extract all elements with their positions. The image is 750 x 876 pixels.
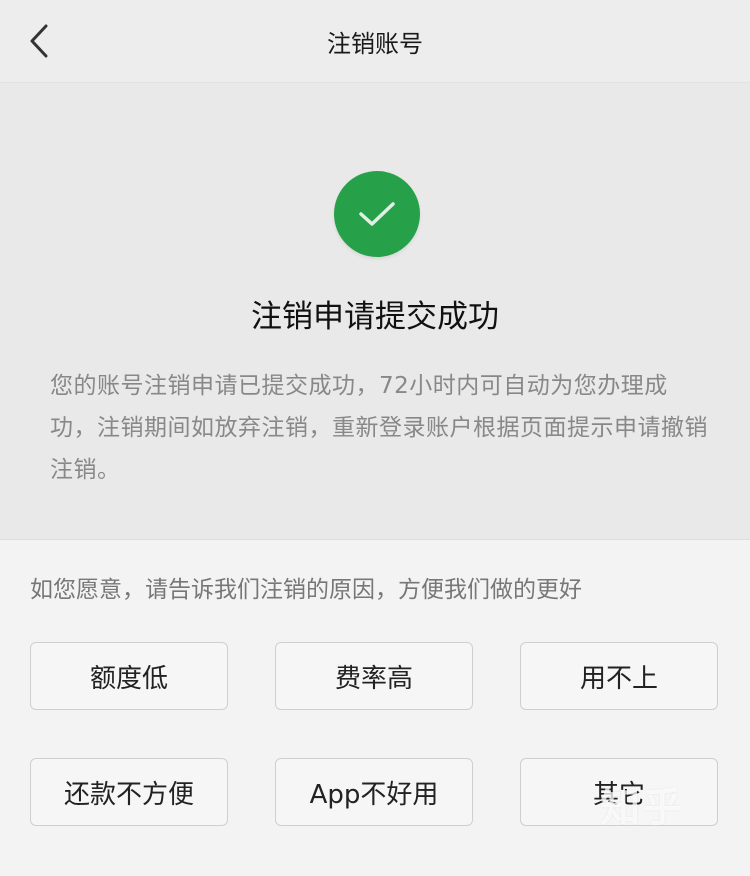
navigation-bar: 注销账号 [0, 0, 750, 83]
result-description: 您的账号注销申请已提交成功，72小时内可自动为您办理成功，注销期间如放弃注销，重… [50, 373, 708, 483]
success-badge [334, 171, 420, 257]
reason-option-not-needed[interactable]: 用不上 [520, 642, 718, 710]
watermark-logo: 知乎 [600, 785, 684, 831]
reason-option-app-hard-to-use[interactable]: App不好用 [275, 758, 473, 826]
result-panel: 注销申请提交成功 您的账号注销申请已提交成功，72小时内可自动为您办理成功，注销… [0, 83, 750, 540]
checkmark-icon [359, 202, 395, 226]
reason-prompt: 如您愿意，请告诉我们注销的原因，方便我们做的更好 [30, 577, 582, 603]
result-title: 注销申请提交成功 [251, 299, 499, 335]
reason-option-low-limit[interactable]: 额度低 [30, 642, 228, 710]
reason-option-repayment-inconvenient[interactable]: 还款不方便 [30, 758, 228, 826]
page-title: 注销账号 [327, 30, 423, 58]
reason-option-high-fee[interactable]: 费率高 [275, 642, 473, 710]
